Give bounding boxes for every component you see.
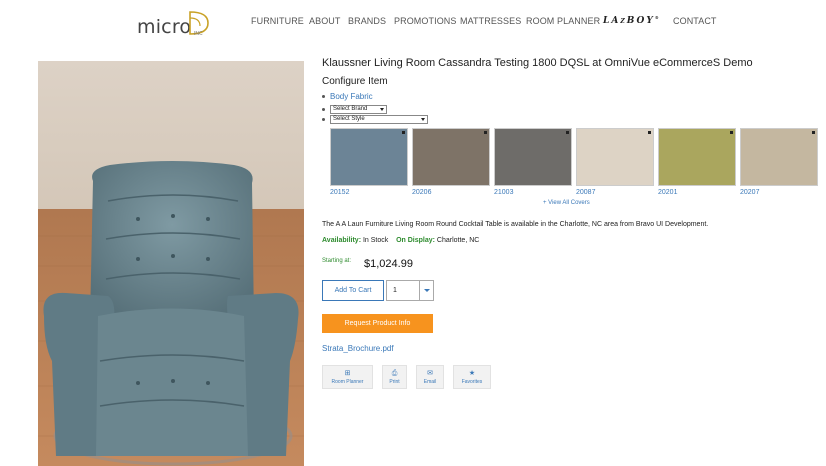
- logo-inc: INC: [194, 31, 203, 37]
- swatch-marker-icon: [484, 131, 487, 134]
- nav-promotions[interactable]: PROMOTIONS: [394, 16, 457, 26]
- select-style-dropdown[interactable]: Select Style: [330, 115, 428, 124]
- site-logo[interactable]: micro INC: [137, 8, 217, 38]
- swatch-marker-icon: [648, 131, 651, 134]
- print-button[interactable]: ⎙ Print: [382, 365, 407, 389]
- nav-brands[interactable]: BRANDS: [348, 16, 386, 26]
- brochure-link[interactable]: Strata_Brochure.pdf: [322, 344, 394, 353]
- availability-label: Availability:: [322, 237, 362, 244]
- quantity-dropdown-button[interactable]: [419, 281, 433, 300]
- bullet-icon: [322, 95, 325, 99]
- nav-lazboy-logo[interactable]: LAZBOY®: [603, 15, 659, 26]
- fabric-swatch[interactable]: [412, 128, 490, 186]
- fabric-swatch[interactable]: [576, 128, 654, 186]
- chevron-down-icon: [421, 118, 425, 121]
- swatch-marker-icon: [402, 131, 405, 134]
- nav-room-planner[interactable]: ROOM PLANNER: [526, 16, 600, 26]
- style-select-row: Select Style: [322, 115, 442, 125]
- email-label: Email: [423, 379, 437, 385]
- select-brand-dropdown[interactable]: Select Brand: [330, 105, 387, 114]
- product-title: Klaussner Living Room Cassandra Testing …: [322, 57, 753, 69]
- select-style-value: Select Style: [333, 116, 365, 122]
- fabric-swatch[interactable]: [330, 128, 408, 186]
- on-display-value: Charlotte, NC: [436, 237, 480, 244]
- fabric-swatch[interactable]: [658, 128, 736, 186]
- site-header: micro INC FURNITURE ABOUT BRANDS PROMOTI…: [0, 0, 826, 45]
- swatch-code[interactable]: 20206: [412, 189, 431, 196]
- recliner-image: [38, 61, 304, 466]
- body-fabric-label: Body Fabric: [330, 92, 373, 101]
- price: $1,024.99: [364, 258, 413, 270]
- fabric-swatch[interactable]: [494, 128, 572, 186]
- product-description: The A A Laun Furniture Living Room Round…: [322, 221, 709, 228]
- chevron-down-icon: [424, 289, 430, 292]
- print-icon: ⎙: [391, 370, 398, 377]
- nav-about[interactable]: ABOUT: [309, 16, 341, 26]
- envelope-icon: ✉: [427, 370, 433, 377]
- email-button[interactable]: ✉ Email: [416, 365, 444, 389]
- star-icon: ★: [468, 370, 476, 377]
- swatch-code[interactable]: 20207: [740, 189, 759, 196]
- print-label: Print: [389, 379, 400, 385]
- nav-mattresses[interactable]: MATTRESSES: [460, 16, 521, 26]
- view-all-covers-link[interactable]: + View All Covers: [543, 200, 590, 206]
- nav-furniture[interactable]: FURNITURE: [251, 16, 304, 26]
- room-planner-button[interactable]: ⊞ Room Planner: [322, 365, 373, 389]
- swatch-code[interactable]: 20152: [330, 189, 349, 196]
- chevron-down-icon: [380, 108, 384, 111]
- starting-at-label: Starting at:: [322, 258, 352, 264]
- favorites-button[interactable]: ★ Favorites: [453, 365, 491, 389]
- quantity-value: 1: [393, 287, 397, 294]
- swatch-code[interactable]: 21003: [494, 189, 513, 196]
- quantity-select[interactable]: 1: [386, 280, 434, 301]
- fabric-swatch[interactable]: [740, 128, 818, 186]
- configure-heading: Configure Item: [322, 76, 388, 87]
- availability-value: In Stock: [362, 237, 389, 244]
- swatch-code[interactable]: 20201: [658, 189, 677, 196]
- plus-square-icon: ⊞: [344, 370, 351, 377]
- fabric-swatches: 20152 20206 21003 20087 20201 20207: [330, 128, 820, 198]
- swatch-marker-icon: [566, 131, 569, 134]
- room-planner-label: Room Planner: [331, 379, 364, 385]
- select-brand-value: Select Brand: [333, 106, 368, 112]
- bullet-icon: [322, 118, 325, 121]
- swatch-marker-icon: [812, 131, 815, 134]
- favorites-label: Favorites: [461, 379, 483, 385]
- swatch-marker-icon: [730, 131, 733, 134]
- product-image[interactable]: [38, 61, 304, 466]
- nav-contact[interactable]: CONTACT: [673, 16, 717, 26]
- body-fabric-option[interactable]: Body Fabric: [322, 92, 373, 101]
- swatch-code[interactable]: 20087: [576, 189, 595, 196]
- availability-line: Availability: In Stock On Display: Charl…: [322, 237, 479, 244]
- bullet-icon: [322, 108, 325, 111]
- add-to-cart-button[interactable]: Add To Cart: [322, 280, 384, 301]
- on-display-label: On Display:: [396, 237, 435, 244]
- request-product-info-button[interactable]: Request Product Info: [322, 314, 433, 333]
- brand-select-row: Select Brand: [322, 105, 402, 115]
